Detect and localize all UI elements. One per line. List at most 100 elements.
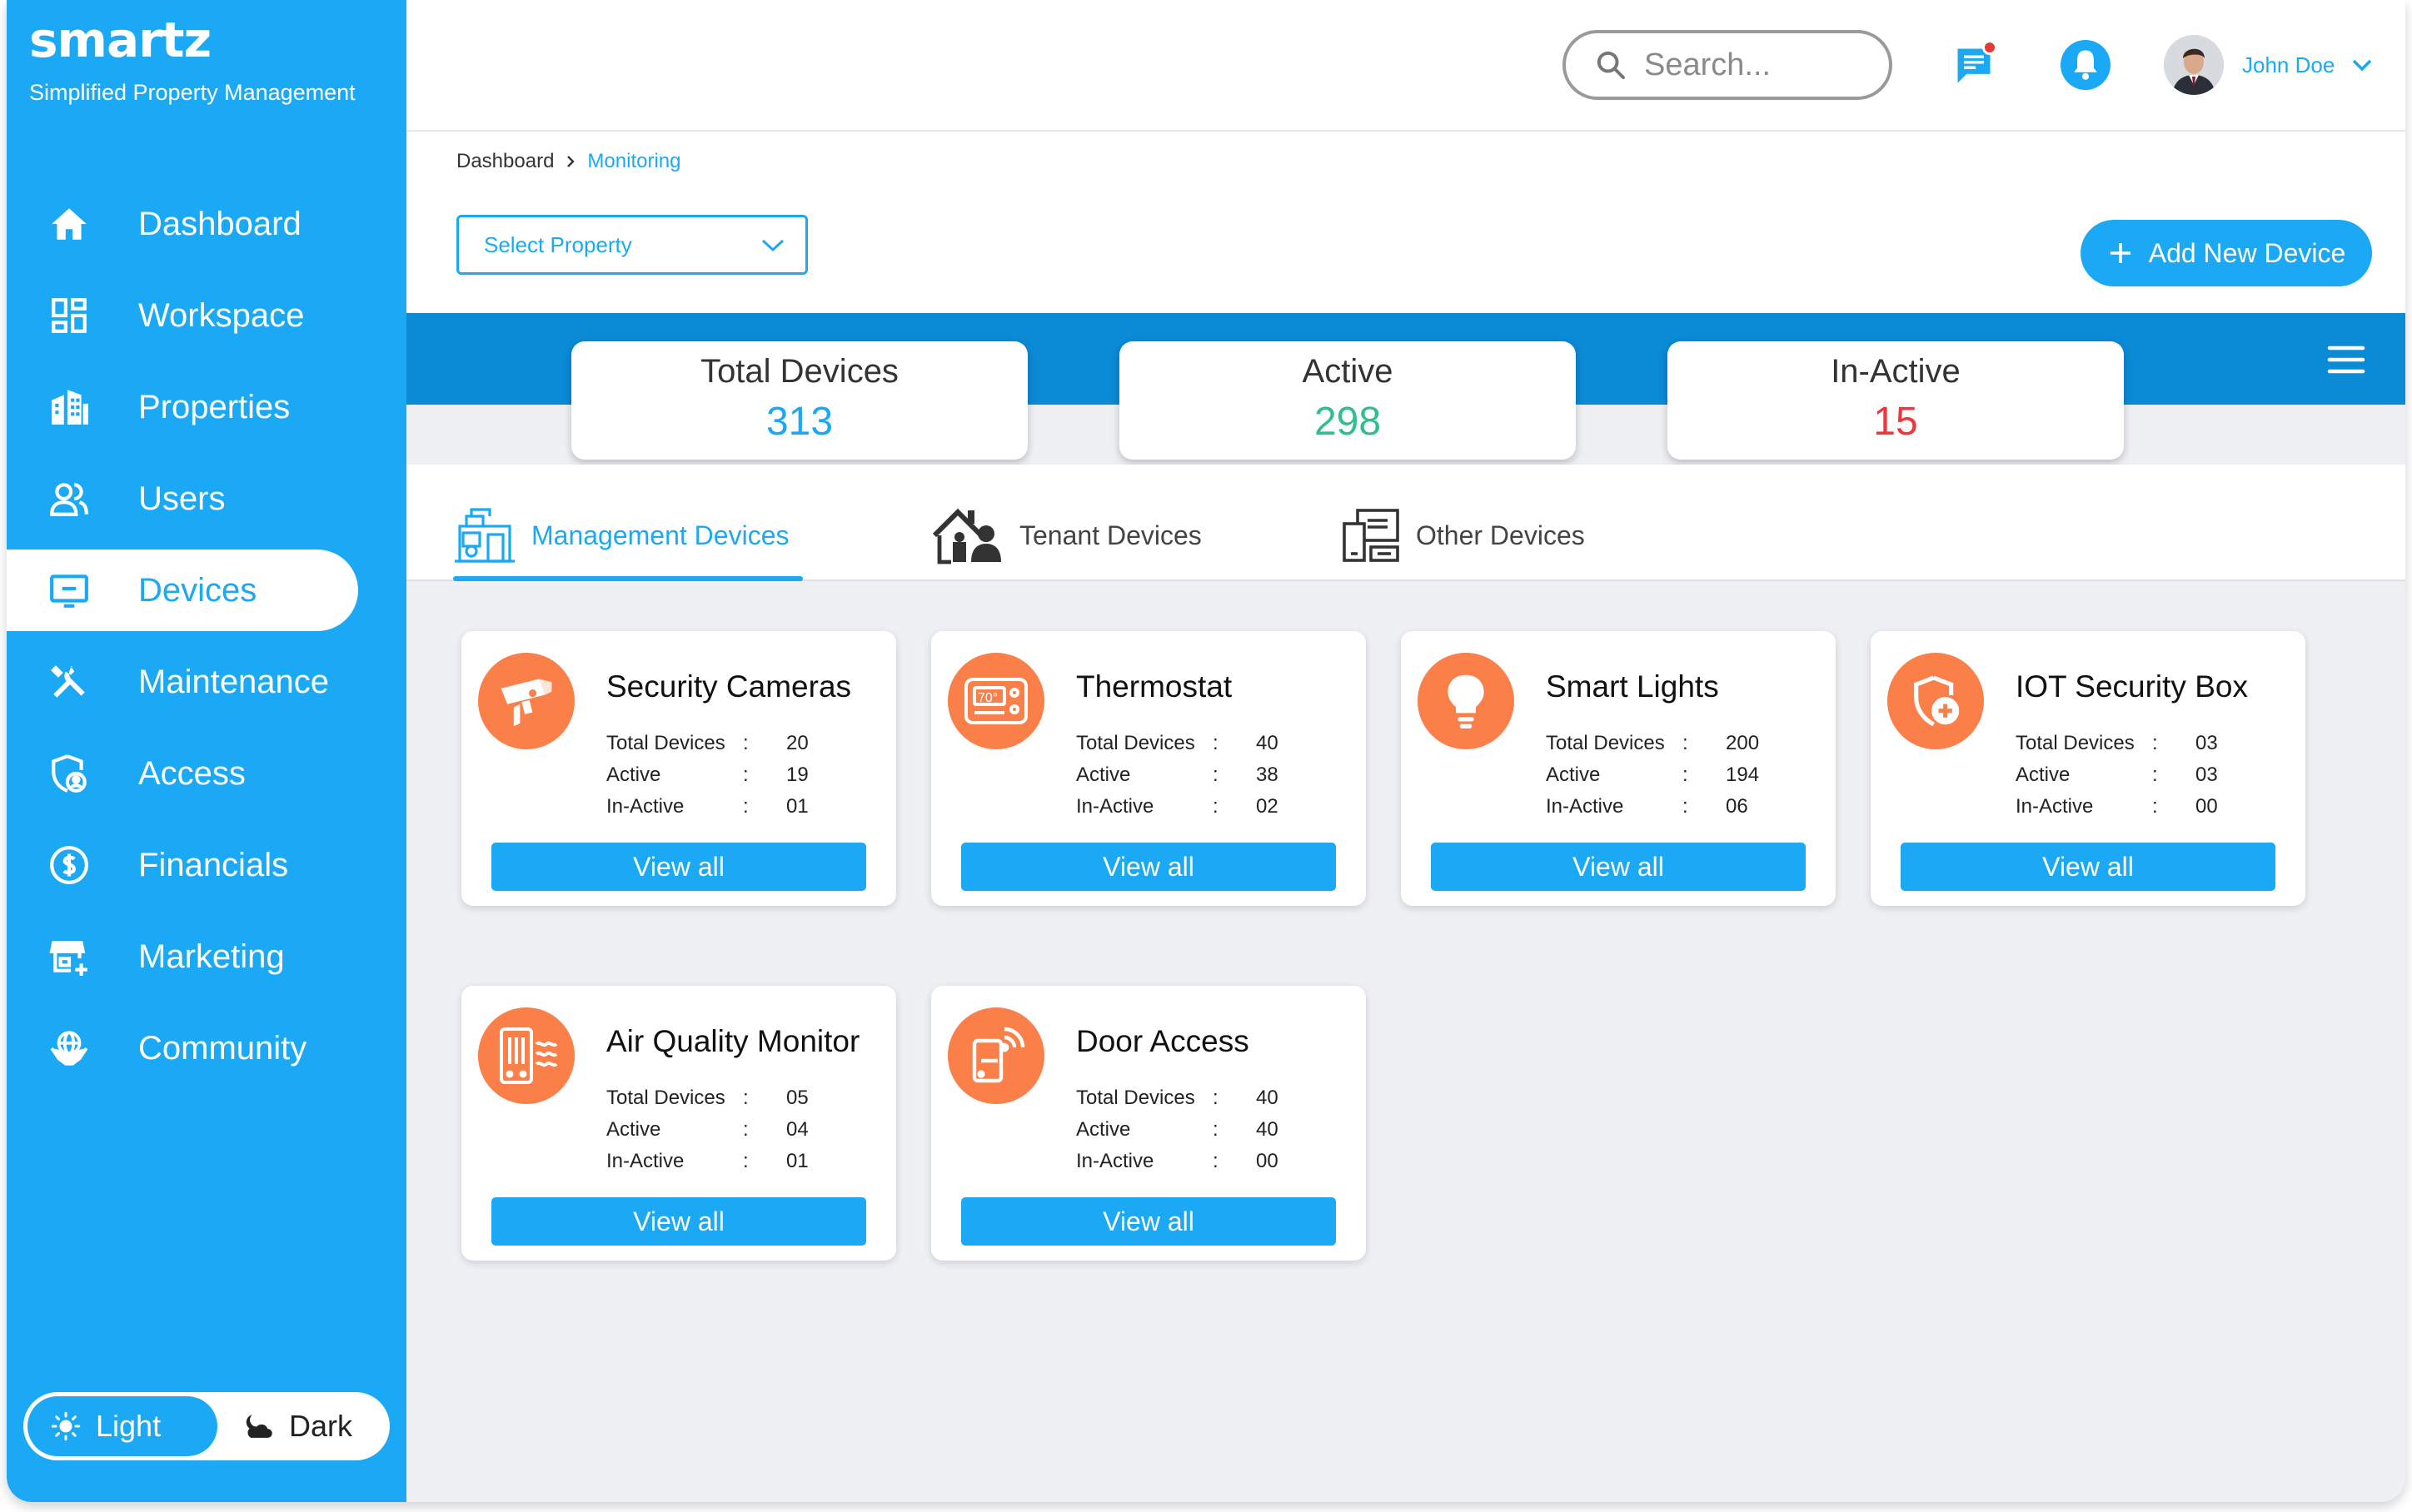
sidebar-item-access[interactable]: Access — [7, 733, 406, 814]
sidebar-item-label: Workspace — [138, 296, 305, 334]
stat-value: 194 — [1726, 763, 1760, 786]
sidebar-item-label: Marketing — [138, 938, 285, 975]
hamburger-menu-icon[interactable] — [2327, 345, 2365, 375]
sidebar-item-label: Community — [138, 1029, 307, 1067]
sidebar-item-dashboard[interactable]: Dashboard — [7, 183, 406, 265]
stat-key: Total Devices — [2016, 732, 2135, 754]
theme-dark-option[interactable]: Dark — [217, 1396, 352, 1456]
user-menu[interactable]: John Doe — [2164, 35, 2373, 95]
stat-colon: : — [743, 732, 749, 754]
moon-cloud-icon — [241, 1411, 274, 1441]
theme-dark-label: Dark — [289, 1409, 353, 1443]
sidebar-item-label: Users — [138, 480, 226, 517]
tab-label: Tenant Devices — [1019, 520, 1202, 550]
device-stat-row: In-Active: 01 — [606, 1146, 809, 1177]
tab-management-devices[interactable]: Management Devices — [453, 506, 789, 565]
device-title: IOT Security Box — [2016, 669, 2248, 704]
stat-value: 200 — [1726, 732, 1760, 754]
device-stats: Total Devices: 20 Active: 19 In-Active: 01 — [606, 728, 809, 823]
breadcrumb-current[interactable]: Monitoring — [587, 150, 680, 173]
stat-colon: : — [743, 795, 749, 818]
tab-tenant-devices[interactable]: Tenant Devices — [931, 506, 1202, 565]
stat-label: Active — [1302, 353, 1393, 390]
sidebar: smartz Simplified Property Management Da… — [7, 0, 406, 1502]
stat-colon: : — [1682, 732, 1688, 754]
view-all-button[interactable]: View all — [491, 843, 866, 891]
sidebar-item-financials[interactable]: Financials — [7, 824, 406, 906]
stat-colon: : — [1213, 1087, 1218, 1109]
theme-light-option[interactable]: Light — [27, 1396, 217, 1456]
add-new-device-button[interactable]: Add New Device — [2081, 220, 2372, 286]
sidebar-item-community[interactable]: Community — [7, 1007, 406, 1089]
stat-colon: : — [1213, 732, 1218, 754]
bulb-icon — [1418, 653, 1514, 749]
stat-key: In-Active — [606, 1150, 685, 1172]
theme-toggle[interactable]: Light Dark — [23, 1392, 390, 1460]
sidebar-item-users[interactable]: Users — [7, 458, 406, 540]
stat-value: 40 — [1256, 1118, 1278, 1141]
select-property-label: Select Property — [484, 231, 632, 257]
sidebar-item-devices[interactable]: Devices — [7, 550, 358, 631]
device-title: Door Access — [1076, 1024, 1249, 1058]
avatar — [2164, 35, 2224, 95]
device-stat-row: Total Devices: 20 — [606, 728, 809, 759]
stat-key: Active — [606, 763, 661, 786]
tenant-house-icon — [931, 505, 1004, 565]
sidebar-item-workspace[interactable]: Workspace — [7, 275, 406, 356]
device-card-door-access: Door Access Total Devices: 40 Active: 40 I… — [931, 986, 1366, 1261]
sun-icon — [51, 1411, 81, 1441]
stat-value: 20 — [786, 732, 809, 754]
stat-colon: : — [743, 1118, 749, 1141]
brand-logo: smartz — [29, 12, 212, 68]
add-new-device-label: Add New Device — [2148, 237, 2346, 268]
stat-card-total: Total Devices 313 — [571, 341, 1028, 460]
shield-plus-icon — [1887, 653, 1984, 749]
stat-key: Active — [606, 1118, 661, 1141]
notifications-button[interactable] — [2061, 40, 2110, 90]
device-stat-row: In-Active: 06 — [1546, 791, 1759, 823]
sidebar-item-label: Properties — [138, 388, 291, 425]
stat-key: Active — [1076, 1118, 1131, 1141]
stat-colon: : — [1682, 763, 1688, 786]
active-tab-indicator — [453, 576, 803, 581]
bell-icon — [2061, 40, 2110, 90]
sidebar-item-properties[interactable]: Properties — [7, 366, 406, 448]
stat-key: In-Active — [2016, 795, 2094, 818]
stat-label: In-Active — [1831, 353, 1961, 390]
tab-other-devices[interactable]: Other Devices — [1341, 506, 1585, 565]
view-all-button[interactable]: View all — [1431, 843, 1806, 891]
view-all-button[interactable]: View all — [961, 843, 1336, 891]
messages-button[interactable] — [1949, 40, 1999, 90]
user-name: John Doe — [2242, 52, 2335, 77]
device-title: Thermostat — [1076, 669, 1233, 704]
stat-value: 01 — [786, 795, 809, 818]
view-all-button[interactable]: View all — [491, 1197, 866, 1246]
main-content: Dashboard Monitoring Select Property Add… — [406, 132, 2405, 1502]
sidebar-item-maintenance[interactable]: Maintenance — [7, 641, 406, 723]
camera-icon — [478, 653, 575, 749]
stat-value: 313 — [765, 400, 834, 444]
stat-key: Total Devices — [1546, 732, 1665, 754]
stat-key: Active — [2016, 763, 2071, 786]
device-stat-row: Active: 03 — [2016, 759, 2218, 791]
stat-value: 06 — [1726, 795, 1748, 818]
device-stat-row: Active: 40 — [1076, 1114, 1278, 1146]
stat-value: 04 — [786, 1118, 809, 1141]
select-property-dropdown[interactable]: Select Property — [456, 215, 808, 275]
view-all-button[interactable]: View all — [1901, 843, 2275, 891]
tab-label: Management Devices — [531, 520, 790, 550]
brand-tagline: Simplified Property Management — [29, 80, 356, 105]
sidebar-item-marketing[interactable]: Marketing — [7, 916, 406, 997]
stat-label: Total Devices — [700, 353, 899, 390]
stat-colon: : — [1213, 1118, 1218, 1141]
view-all-button[interactable]: View all — [961, 1197, 1336, 1246]
breadcrumb-root[interactable]: Dashboard — [456, 150, 554, 173]
stat-colon: : — [743, 1087, 749, 1109]
stat-value: 40 — [1256, 1087, 1278, 1109]
stat-value: 40 — [1256, 732, 1278, 754]
grid-icon — [47, 293, 92, 338]
stat-value: 03 — [2195, 763, 2218, 786]
search-input[interactable] — [1644, 47, 1877, 83]
search-box[interactable] — [1562, 30, 1892, 100]
device-card-smart-lights: Smart Lights Total Devices: 200 Active: 19… — [1401, 631, 1836, 906]
